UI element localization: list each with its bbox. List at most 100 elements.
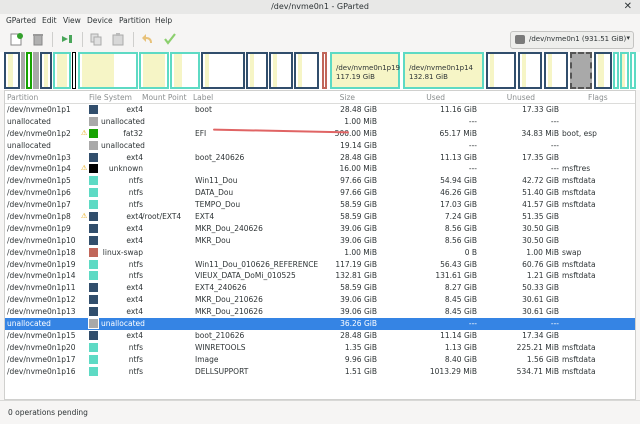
window-titlebar: /dev/nvme0n1 - GParted ✕ (0, 0, 640, 15)
cell-size: 9.96 GiB (344, 354, 377, 364)
menu-bar: GParted Edit View Device Partition Help (0, 14, 640, 27)
new-partition-button[interactable] (9, 32, 23, 46)
cell-unused: 17.33 GiB (522, 105, 559, 114)
menu-help[interactable]: Help (155, 16, 172, 25)
table-row[interactable]: /dev/nvme0n1p5 ntfs Win11_Dou 97.66 GiB 54.9… (5, 175, 635, 187)
table-row[interactable]: /dev/nvme0n1p20 ntfs WINRETOOLS 1.35 GiB 1.1… (5, 342, 635, 354)
close-icon[interactable]: ✕ (624, 1, 632, 12)
disk-map-partition[interactable] (53, 52, 71, 89)
cell-file-system: ext4 (126, 307, 143, 317)
copy-button[interactable] (89, 32, 103, 46)
table-row[interactable]: /dev/nvme0n1p11 ext4 EXT4_240626 58.59 GiB 8… (5, 282, 635, 294)
table-row[interactable]: /dev/nvme0n1p12 ext4 MKR_Dou_210626 39.06 G… (5, 294, 635, 306)
table-row[interactable]: /dev/nvme0n1p18 linux-swap 1.00 MiB 0 B 1.00… (5, 247, 635, 259)
disk-map-partition-p14[interactable]: /dev/nvme0n1p14 132.81 GiB (403, 52, 484, 89)
table-row[interactable]: /dev/nvme0n1p17 ntfs Image 9.96 GiB 8.40 GiB… (5, 354, 635, 366)
table-row[interactable]: /dev/nvme0n1p14 ntfs VIEUX_DATA_DoMi_01052… (5, 270, 635, 282)
cell-partition: /dev/nvme0n1p15 (7, 330, 76, 340)
cell-unused: 30.61 GiB (522, 295, 559, 305)
disk-map-partition[interactable] (170, 52, 200, 89)
cell-file-system: ext4 (126, 152, 143, 162)
disk-map-partition[interactable] (139, 52, 169, 89)
filesystem-color-swatch (89, 307, 98, 317)
menu-partition[interactable]: Partition (119, 16, 150, 25)
disk-map-partition[interactable] (78, 52, 138, 89)
column-label[interactable]: Label (193, 93, 213, 102)
disk-map-partition[interactable] (620, 52, 629, 89)
disk-map-partition-p19[interactable]: /dev/nvme0n1p19 117.19 GiB (330, 52, 400, 89)
disk-map-partition[interactable] (40, 52, 52, 89)
disk-map-partition[interactable] (322, 52, 327, 89)
table-row[interactable]: unallocated unallocated 1.00 MiB --- --- (5, 116, 635, 128)
menu-view[interactable]: View (63, 16, 81, 25)
disk-map-partition[interactable] (294, 52, 319, 89)
menu-gparted[interactable]: GParted (6, 16, 36, 25)
cell-size: 28.48 GiB (340, 330, 377, 340)
filesystem-color-swatch (89, 259, 98, 269)
column-partition[interactable]: Partition (7, 93, 38, 102)
device-selector[interactable]: /dev/nvme0n1 (931.51 GiB) ▾ (510, 31, 634, 49)
table-row[interactable]: ⚠ /dev/nvme0n1p8 ext4/root/EXT4 EXT4 58.59 G… (5, 211, 635, 223)
cell-label: EFI (195, 128, 207, 138)
table-row[interactable]: unallocated unallocated 19.14 GiB --- --- (5, 140, 635, 152)
disk-map-partition[interactable] (72, 52, 76, 89)
table-row[interactable]: /dev/nvme0n1p10 ext4 MKR_Dou 39.06 GiB 8.56 … (5, 235, 635, 247)
table-row[interactable]: /dev/nvme0n1p1 ext4 boot 28.48 GiB 11.16 GiB… (5, 104, 635, 116)
cell-size: 39.06 GiB (340, 295, 377, 305)
column-file-system[interactable]: File System (89, 93, 132, 102)
menu-edit[interactable]: Edit (42, 16, 57, 25)
table-row[interactable]: /dev/nvme0n1p13 ext4 MKR_Dou_210626 39.06 G… (5, 306, 635, 318)
disk-map-unallocated[interactable] (33, 52, 39, 89)
filesystem-color-swatch (89, 128, 98, 138)
cell-partition: /dev/nvme0n1p5 (7, 176, 71, 186)
table-row[interactable]: unallocated unallocated 36.26 GiB --- --- (5, 318, 635, 330)
table-row[interactable]: ⚠/dev/nvme0n1p4 unknown 16.00 MiB --- --- msf… (5, 163, 635, 175)
column-used[interactable]: Used (405, 93, 445, 102)
disk-map-partition[interactable] (486, 52, 516, 89)
cell-file-system: ntfs (128, 259, 143, 269)
disk-map-partition[interactable] (544, 52, 568, 89)
delete-partition-button[interactable] (31, 32, 45, 46)
cell-partition: /dev/nvme0n1p6 (7, 188, 71, 198)
paste-button[interactable] (111, 32, 125, 46)
window-title: /dev/nvme0n1 - GParted (271, 2, 369, 11)
cell-flags: boot, esp (562, 128, 597, 138)
cell-used: 8.27 GiB (444, 283, 477, 293)
disk-map-partition[interactable] (613, 52, 619, 89)
cell-size: 28.48 GiB (340, 152, 377, 162)
disk-map-partition[interactable] (518, 52, 542, 89)
disk-map-partition[interactable] (246, 52, 268, 89)
column-mount-point[interactable]: Mount Point (142, 93, 187, 102)
column-unused[interactable]: Unused (495, 93, 535, 102)
disk-map-partition[interactable] (26, 52, 32, 89)
table-row[interactable]: /dev/nvme0n1p7 ntfs TEMPO_Dou 58.59 GiB 17.0… (5, 199, 635, 211)
table-row[interactable]: ⚠/dev/nvme0n1p2 fat32 EFI 500.00 MiB 65.17 M… (5, 128, 635, 140)
table-row[interactable]: /dev/nvme0n1p3 ext4 boot_240626 28.48 GiB 11… (5, 152, 635, 164)
cell-size: 19.14 GiB (340, 140, 377, 150)
menu-device[interactable]: Device (87, 16, 113, 25)
column-flags[interactable]: Flags (588, 93, 608, 102)
disk-map-partition[interactable] (630, 52, 636, 89)
cell-unused: 17.35 GiB (522, 152, 559, 162)
table-row[interactable]: /dev/nvme0n1p16 ntfs DELLSUPPORT 1.51 GiB 10… (5, 366, 635, 378)
disk-map-partition[interactable] (4, 52, 20, 89)
disk-map-unallocated-selected[interactable] (570, 52, 592, 89)
table-row[interactable]: /dev/nvme0n1p6 ntfs DATA_Dou 97.66 GiB 46.26… (5, 187, 635, 199)
apply-button[interactable] (163, 32, 177, 46)
table-row[interactable]: /dev/nvme0n1p9 ext4 MKR_Dou_240626 39.06 Gi… (5, 223, 635, 235)
resize-move-button[interactable] (60, 32, 74, 46)
table-row[interactable]: /dev/nvme0n1p19 ntfs Win11_Dou_010626_REFE… (5, 259, 635, 271)
table-row[interactable]: /dev/nvme0n1p15 ext4 boot_210626 28.48 GiB 1… (5, 330, 635, 342)
cell-label: TEMPO_Dou (195, 200, 241, 210)
column-size[interactable]: Size (305, 93, 355, 102)
cell-partition: /dev/nvme0n1p10 (7, 235, 76, 245)
disk-map-partition[interactable] (201, 52, 245, 89)
disk-map-unallocated[interactable] (21, 52, 25, 89)
disk-map-partition[interactable] (594, 52, 612, 89)
cell-flags: msftdata (562, 188, 596, 198)
disk-map-partition[interactable] (269, 52, 293, 89)
filesystem-color-swatch (89, 140, 98, 150)
undo-button[interactable] (141, 32, 155, 46)
filesystem-color-swatch (89, 366, 98, 376)
filesystem-color-swatch (89, 354, 98, 364)
